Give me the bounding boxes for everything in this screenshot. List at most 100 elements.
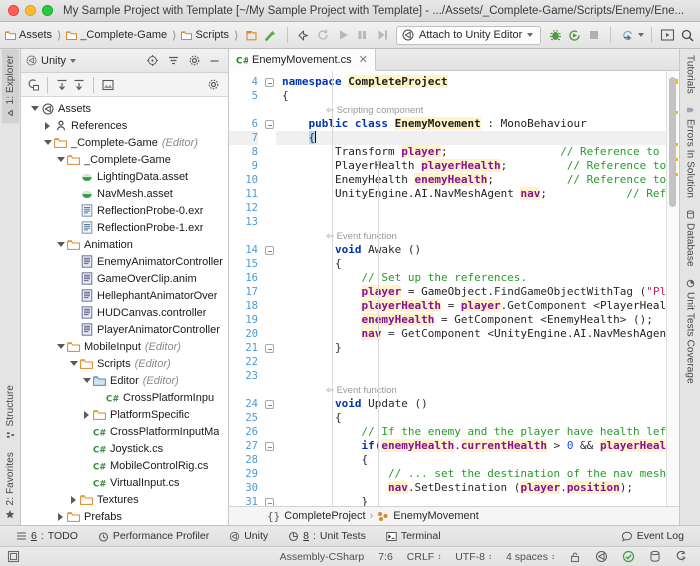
tree-item[interactable]: C# MobileControlRig.cs xyxy=(21,457,228,474)
build-project-icon[interactable] xyxy=(242,25,260,45)
code-content[interactable]: namespace CompleteProject{⇦ Scripting co… xyxy=(276,71,666,506)
settings-gear-icon[interactable] xyxy=(188,54,201,67)
sync-views-icon[interactable] xyxy=(26,78,40,92)
lock-icon[interactable] xyxy=(562,551,588,563)
status-line-separator[interactable]: CRLF ↕ xyxy=(400,551,448,563)
fold-toggle-icon[interactable] xyxy=(265,498,274,506)
chevron-down-icon[interactable] xyxy=(42,140,53,145)
tool-window-unity[interactable]: Unity xyxy=(219,530,278,542)
sidebar-item-explorer[interactable]: 1: Explorer xyxy=(1,49,19,124)
tool-window-unit-tests[interactable]: 8: Unit Tests xyxy=(278,530,376,542)
show-preview-icon[interactable] xyxy=(101,78,115,92)
unity-refresh-icon[interactable] xyxy=(295,25,313,45)
vcs-update-icon[interactable] xyxy=(618,25,636,45)
tree-item[interactable]: Editor (Editor) xyxy=(21,372,228,389)
settings-gear-icon[interactable] xyxy=(207,78,220,91)
tree-item[interactable]: PlayerAnimatorController xyxy=(21,321,228,338)
breadcrumb-scripts[interactable]: Scripts xyxy=(180,29,230,41)
tree-item[interactable]: LightingData.asset xyxy=(21,168,228,185)
tree-item[interactable]: HellephantAnimatorOver xyxy=(21,287,228,304)
fold-toggle-icon[interactable] xyxy=(265,78,274,87)
tree-item[interactable]: References xyxy=(21,117,228,134)
minimize-icon[interactable] xyxy=(209,55,220,66)
project-tree[interactable]: Assets References _Complete-Game (Editor) _C… xyxy=(21,97,228,525)
tree-item[interactable]: _Complete-Game xyxy=(21,151,228,168)
sidebar-item-favorites[interactable]: 2: Favorites xyxy=(2,446,19,525)
tree-item[interactable]: Prefabs xyxy=(21,508,228,525)
debug-icon[interactable] xyxy=(546,25,564,45)
database-icon[interactable] xyxy=(642,550,668,563)
chevron-down-icon[interactable] xyxy=(55,242,66,247)
tree-item[interactable]: C# CrossPlatformInpu xyxy=(21,389,228,406)
code-folding-gutter[interactable] xyxy=(263,71,276,506)
search-icon[interactable] xyxy=(678,25,696,45)
chevron-down-icon[interactable] xyxy=(637,33,644,37)
sidebar-item-tutorials[interactable]: Tutorials xyxy=(682,49,699,100)
chevron-down-icon[interactable] xyxy=(29,106,40,111)
unity-icon[interactable] xyxy=(588,550,615,563)
status-caret-position[interactable]: 7:6 xyxy=(371,551,400,563)
fold-toggle-icon[interactable] xyxy=(265,400,274,409)
close-window-button[interactable] xyxy=(8,5,19,16)
tree-item[interactable]: Textures xyxy=(21,491,228,508)
sidebar-item-errors-in-solution[interactable]: Errors In Solution xyxy=(682,100,699,204)
tree-item[interactable]: PlatformSpecific xyxy=(21,406,228,423)
tree-item[interactable]: C# CrossPlatformInputMa xyxy=(21,423,228,440)
breadcrumb-complete-game[interactable]: _Complete-Game xyxy=(65,29,168,41)
restore-layout-icon[interactable] xyxy=(659,25,677,45)
error-stripe[interactable] xyxy=(666,71,679,506)
inspections-ok-icon[interactable] xyxy=(615,550,642,563)
chevron-down-icon[interactable] xyxy=(68,361,79,366)
toggle-toolwindows-icon[interactable] xyxy=(6,550,21,563)
run-configuration-selector[interactable]: Attach to Unity Editor xyxy=(395,25,542,45)
fold-toggle-icon[interactable] xyxy=(265,120,274,129)
tree-item[interactable]: MobileInput (Editor) xyxy=(21,338,228,355)
minimize-window-button[interactable] xyxy=(25,5,36,16)
chevron-right-icon[interactable] xyxy=(42,121,53,130)
chevron-right-icon[interactable] xyxy=(68,495,79,504)
chevron-down-icon[interactable] xyxy=(527,33,534,37)
breadcrumb-class-label[interactable]: EnemyMovement xyxy=(393,510,479,522)
collapse-all-icon[interactable] xyxy=(72,78,86,92)
tool-window-terminal[interactable]: Terminal xyxy=(376,530,451,542)
breadcrumb-assets[interactable]: Assets xyxy=(4,29,53,41)
feedback-icon[interactable]: ? xyxy=(668,550,694,563)
chevron-right-icon[interactable] xyxy=(55,512,66,521)
close-icon[interactable]: ✕ xyxy=(359,53,368,66)
sidebar-item-structure[interactable]: Structure xyxy=(2,379,19,445)
status-indent[interactable]: 4 spaces ↕ xyxy=(499,551,562,563)
tool-window-performance-profiler[interactable]: Performance Profiler xyxy=(88,530,219,542)
chevron-down-icon[interactable] xyxy=(55,157,66,162)
code-editor[interactable]: 4 5 6 7 8 9 10 11 12 13 14 15 16 17 18 19 20 21 22 23 24 25 26… xyxy=(229,71,679,506)
fold-toggle-icon[interactable] xyxy=(265,246,274,255)
tree-item[interactable]: NavMesh.asset xyxy=(21,185,228,202)
tool-window-todo[interactable]: 6: TODO xyxy=(6,530,88,542)
tree-item[interactable]: EnemyAnimatorController xyxy=(21,253,228,270)
tree-item[interactable]: HUDCanvas.controller xyxy=(21,304,228,321)
sidebar-item-unit-tests-coverage[interactable]: Unit Tests Coverage xyxy=(682,273,699,390)
tree-item[interactable]: Animation xyxy=(21,236,228,253)
tree-item[interactable]: Scripts (Editor) xyxy=(21,355,228,372)
editor-tab-enemymovement[interactable]: C# EnemyMovement.cs ✕ xyxy=(229,49,376,71)
breadcrumb-namespace-label[interactable]: CompleteProject xyxy=(284,510,365,522)
tree-item[interactable]: C# VirtualInput.cs xyxy=(21,474,228,491)
make-project-icon[interactable] xyxy=(262,25,280,45)
chevron-right-icon[interactable] xyxy=(81,410,92,419)
expand-all-icon[interactable] xyxy=(55,78,69,92)
tree-item[interactable]: C# Joystick.cs xyxy=(21,440,228,457)
tree-item[interactable]: GameOverClip.anim xyxy=(21,270,228,287)
tree-item[interactable]: ReflectionProbe-0.exr xyxy=(21,202,228,219)
status-encoding[interactable]: UTF-8 ↕ xyxy=(448,551,499,563)
sidebar-item-database[interactable]: Database xyxy=(682,204,699,273)
chevron-down-icon[interactable] xyxy=(81,378,92,383)
fold-toggle-icon[interactable] xyxy=(265,344,274,353)
tree-item[interactable]: _Complete-Game (Editor) xyxy=(21,134,228,151)
chevron-down-icon[interactable] xyxy=(55,344,66,349)
fold-toggle-icon[interactable] xyxy=(265,442,274,451)
tree-item[interactable]: ReflectionProbe-1.exr xyxy=(21,219,228,236)
run-with-coverage-icon[interactable] xyxy=(566,25,584,45)
collapse-all-icon[interactable] xyxy=(167,54,180,67)
locate-icon[interactable] xyxy=(146,54,159,67)
zoom-window-button[interactable] xyxy=(42,5,53,16)
chevron-down-icon[interactable] xyxy=(70,58,77,63)
